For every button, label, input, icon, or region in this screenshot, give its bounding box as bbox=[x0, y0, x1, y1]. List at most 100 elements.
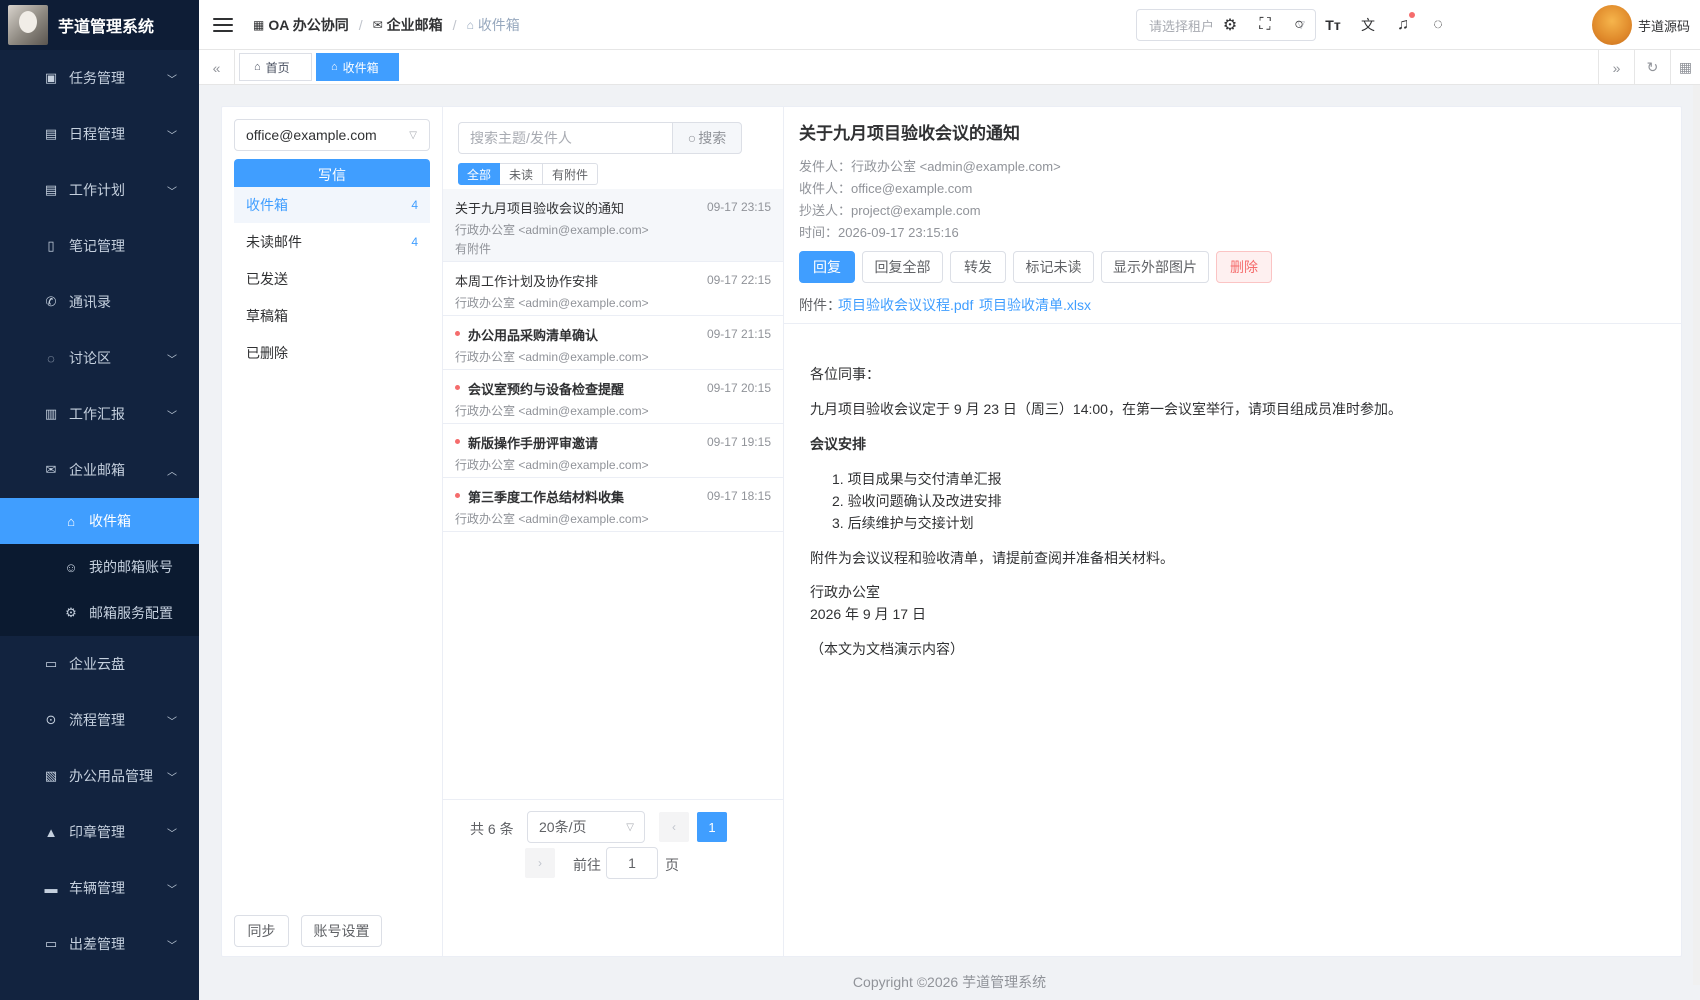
sidebar-subitem[interactable]: ☺ 我的邮箱账号 bbox=[0, 544, 199, 590]
chevron-down-icon: ﹀ bbox=[167, 354, 177, 366]
mail-subject: 关于九月项目验收会议的通知 bbox=[799, 124, 1020, 143]
chevron-down-icon: ﹀ bbox=[167, 410, 177, 422]
logo[interactable]: 芋道管理系统 bbox=[0, 0, 199, 50]
unread-dot bbox=[455, 385, 460, 390]
search-button[interactable]: ○ 搜索 bbox=[672, 122, 742, 154]
breadcrumb-item[interactable]: ▦ OA 办公协同 bbox=[253, 15, 349, 35]
fullscreen-icon[interactable]: ⛶ bbox=[1255, 15, 1275, 35]
show-images-button[interactable]: 显示外部图片 bbox=[1101, 251, 1209, 283]
sidebar-item[interactable]: ✉ 企业邮箱 ︿ bbox=[0, 442, 199, 498]
search-input[interactable]: 搜索主题/发件人 bbox=[458, 122, 672, 154]
goto-page-input[interactable]: 1 bbox=[606, 847, 658, 879]
reply-all-button[interactable]: 回复全部 bbox=[862, 251, 943, 283]
next-page-button[interactable]: › bbox=[525, 848, 555, 878]
footer-copyright: Copyright ©2026 芋道管理系统 bbox=[852, 974, 1047, 990]
mail-card: office@example.com ▽ 写信 收件箱 4 未读邮件 4 已发送 草稿… bbox=[221, 106, 1682, 957]
font-size-icon[interactable]: Tт bbox=[1323, 15, 1343, 35]
sidebar-item[interactable]: ▭ 企业云盘 bbox=[0, 636, 199, 692]
sidebar-item[interactable]: ◌ 讨论区 ﹀ bbox=[0, 330, 199, 386]
filter-unread[interactable]: 未读 bbox=[500, 163, 543, 185]
page-size-select[interactable]: 20条/页 ▽ bbox=[527, 811, 645, 843]
unread-dot bbox=[455, 439, 460, 444]
filter-all[interactable]: 全部 bbox=[458, 163, 500, 185]
sidebar-item[interactable]: ▣ 任务管理 ﹀ bbox=[0, 50, 199, 106]
body-paragraph: 九月项目验收会议定于 9 月 23 日（周三）14:00，在第一会议室举行，请项… bbox=[810, 401, 1402, 417]
breadcrumb: ▦ OA 办公协同 / ✉ 企业邮箱 / ⌂ 收件箱 bbox=[253, 15, 520, 35]
mail-list-panel: 搜索主题/发件人 ○ 搜索 全部 未读 有附件 关于九月项目验收会议的通知 09-… bbox=[443, 107, 784, 956]
sidebar-item-label: 任务管理 bbox=[69, 70, 125, 86]
sidebar-item[interactable]: ▬ 车辆管理 ﹀ bbox=[0, 860, 199, 916]
user-name[interactable]: 芋道源码 bbox=[1638, 16, 1690, 35]
prev-page-button[interactable]: ‹ bbox=[659, 812, 689, 842]
notebook-icon: ▯ bbox=[47, 238, 55, 253]
mail-icon: ✉ bbox=[372, 17, 383, 32]
folder-drafts[interactable]: 草稿箱 bbox=[234, 298, 430, 334]
folder-count: 4 bbox=[411, 235, 418, 249]
gear-icon: ⚙ bbox=[65, 605, 77, 620]
page-scrollbar[interactable] bbox=[1693, 85, 1700, 985]
mail-item[interactable]: 第三季度工作总结材料收集 09-17 18:15 行政办公室 <admin@ex… bbox=[443, 478, 783, 532]
bell-icon[interactable]: ♫ bbox=[1393, 15, 1413, 35]
grid-icon[interactable]: ▦ bbox=[1670, 50, 1700, 85]
hamburger-icon[interactable] bbox=[213, 17, 233, 32]
sidebar-item[interactable]: ▯ 笔记管理 bbox=[0, 218, 199, 274]
page-number[interactable]: 1 bbox=[697, 812, 727, 842]
sidebar-item[interactable]: ▧ 办公用品管理 ﹀ bbox=[0, 748, 199, 804]
sidebar-item[interactable]: ▭ 出差管理 ﹀ bbox=[0, 916, 199, 972]
filter-attachment[interactable]: 有附件 bbox=[543, 163, 598, 185]
sidebar-item-label: 企业邮箱 bbox=[69, 462, 125, 478]
mail-item[interactable]: 新版操作手册评审邀请 09-17 19:15 行政办公室 <admin@exam… bbox=[443, 424, 783, 478]
mail-cc: 抄送人：project@example.com bbox=[799, 203, 981, 218]
folder-deleted[interactable]: 已删除 bbox=[234, 335, 430, 371]
sync-button[interactable]: 同步 bbox=[234, 915, 289, 947]
delete-button[interactable]: 删除 bbox=[1216, 251, 1272, 283]
tab-inbox[interactable]: ⌂ 收件箱 bbox=[316, 53, 399, 81]
sidebar-item[interactable]: ▤ 工作计划 ﹀ bbox=[0, 162, 199, 218]
folder-unread[interactable]: 未读邮件 4 bbox=[234, 224, 430, 260]
mail-from: 发件人：行政办公室 <admin@example.com> bbox=[799, 159, 1061, 174]
sidebar-item-label: 印章管理 bbox=[69, 824, 125, 840]
forward-button[interactable]: 转发 bbox=[950, 251, 1006, 283]
body-signature: 行政办公室 bbox=[810, 584, 880, 600]
report-icon: ▥ bbox=[44, 406, 58, 421]
mail-item[interactable]: 本周工作计划及协作安排 09-17 22:15 行政办公室 <admin@exa… bbox=[443, 262, 783, 316]
phone-icon: ✆ bbox=[45, 294, 57, 309]
sidebar-item[interactable]: ✆ 通讯录 bbox=[0, 274, 199, 330]
sidebar-item[interactable]: ▥ 工作汇报 ﹀ bbox=[0, 386, 199, 442]
scroll-right-icon[interactable]: » bbox=[1598, 50, 1634, 85]
sidebar-subitem[interactable]: ⌂ 收件箱 bbox=[0, 498, 199, 544]
attachment-link[interactable]: 项目验收会议议程.pdf bbox=[838, 295, 973, 315]
body-note: （本文为文档演示内容） bbox=[810, 641, 964, 657]
folder-inbox[interactable]: 收件箱 4 bbox=[234, 187, 430, 223]
account-settings-button[interactable]: 账号设置 bbox=[301, 915, 382, 947]
gear-icon[interactable]: ⚙ bbox=[1220, 15, 1240, 35]
search-icon[interactable]: ○ bbox=[1289, 15, 1309, 35]
sidebar-item-label: 车辆管理 bbox=[69, 880, 125, 896]
task-icon: ▣ bbox=[44, 70, 58, 85]
inbox-icon: ⌂ bbox=[331, 61, 338, 73]
scroll-left-icon[interactable]: « bbox=[199, 50, 235, 85]
refresh-icon[interactable]: ↻ bbox=[1634, 50, 1670, 85]
sidebar-subitem[interactable]: ⚙ 邮箱服务配置 bbox=[0, 590, 199, 636]
mail-item[interactable]: 办公用品采购清单确认 09-17 21:15 行政办公室 <admin@exam… bbox=[443, 316, 783, 370]
chevron-down-icon: ▽ bbox=[626, 821, 634, 833]
account-select[interactable]: office@example.com ▽ bbox=[234, 119, 430, 151]
mail-item[interactable]: 关于九月项目验收会议的通知 09-17 23:15 行政办公室 <admin@e… bbox=[443, 189, 783, 262]
goto-label: 前往 bbox=[573, 857, 601, 873]
breadcrumb-item[interactable]: ✉ 企业邮箱 bbox=[373, 15, 443, 35]
tab-home[interactable]: ⌂ 首页 bbox=[239, 53, 312, 81]
folder-sent[interactable]: 已发送 bbox=[234, 261, 430, 297]
sidebar-subitem-label: 我的邮箱账号 bbox=[89, 559, 173, 575]
message-icon[interactable]: ◌ bbox=[1428, 15, 1448, 35]
sidebar-item[interactable]: ▤ 日程管理 ﹀ bbox=[0, 106, 199, 162]
building-icon: ▦ bbox=[253, 17, 265, 32]
sidebar-item[interactable]: ▲ 印章管理 ﹀ bbox=[0, 804, 199, 860]
avatar[interactable] bbox=[1592, 5, 1632, 45]
mark-unread-button[interactable]: 标记未读 bbox=[1013, 251, 1094, 283]
sidebar-item-label: 笔记管理 bbox=[69, 238, 125, 254]
translate-icon[interactable]: 文 bbox=[1358, 15, 1378, 35]
mail-item[interactable]: 会议室预约与设备检查提醒 09-17 20:15 行政办公室 <admin@ex… bbox=[443, 370, 783, 424]
reply-button[interactable]: 回复 bbox=[799, 251, 855, 283]
attachment-link[interactable]: 项目验收清单.xlsx bbox=[979, 295, 1091, 315]
sidebar-item[interactable]: ⊙ 流程管理 ﹀ bbox=[0, 692, 199, 748]
